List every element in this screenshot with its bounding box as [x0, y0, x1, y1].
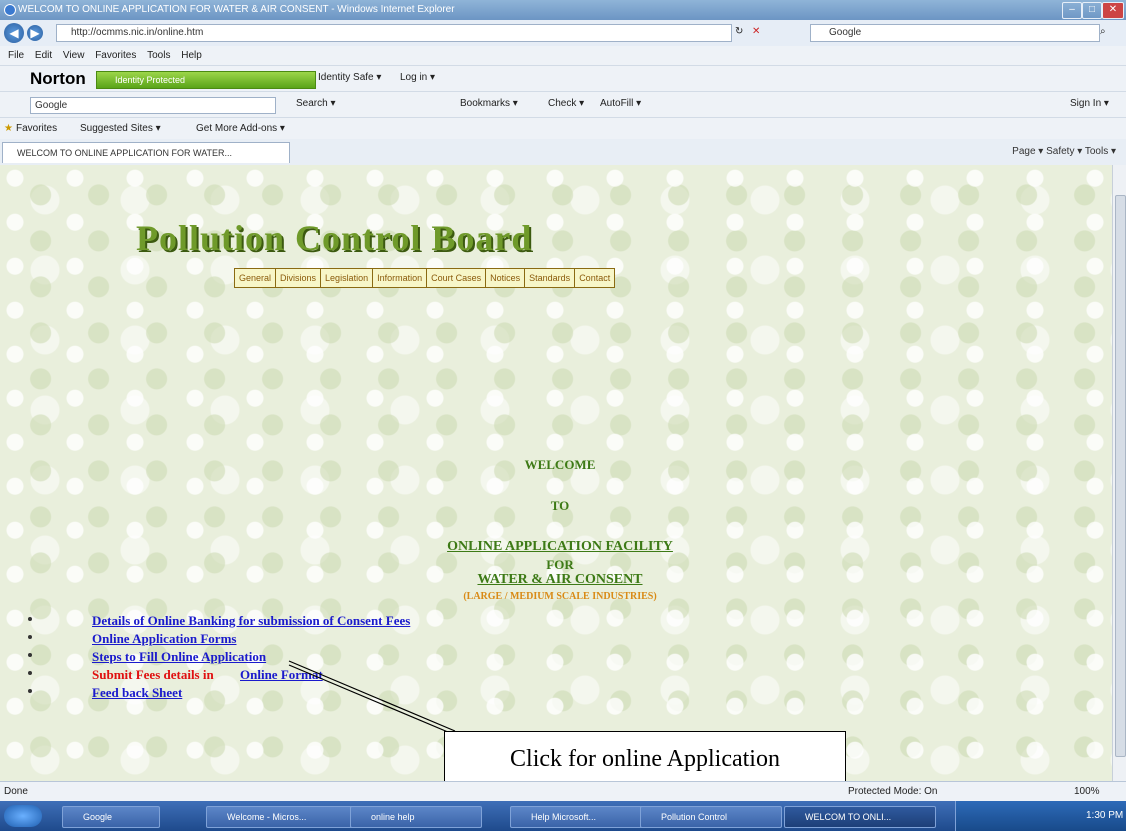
callout-line — [288, 664, 456, 736]
google-bookmarks[interactable]: Bookmarks ▾ — [460, 98, 518, 109]
google-autofill[interactable]: AutoFill ▾ — [600, 98, 641, 109]
favorites-button[interactable]: Favorites — [16, 123, 57, 134]
taskbar-item-pollution-control[interactable]: Pollution Control — [640, 806, 782, 828]
get-addons[interactable]: Get More Add-ons ▾ — [196, 123, 285, 134]
search-box[interactable]: Google — [810, 24, 1100, 42]
zoom-level[interactable]: 100% — [1074, 786, 1100, 797]
stop-icon[interactable]: ✕ — [752, 26, 760, 37]
vertical-scrollbar[interactable] — [1112, 165, 1126, 781]
search-icon[interactable]: ⌕ — [1100, 26, 1106, 37]
suggested-sites[interactable]: Suggested Sites ▾ — [80, 123, 161, 134]
taskbar-item-welcome[interactable]: WELCOM TO ONLI... — [784, 806, 936, 828]
menu-tools[interactable]: Tools — [147, 50, 170, 61]
page-content: Pollution Control Board General Division… — [0, 165, 1112, 781]
google-toolbar: Google Search ▾ Bookmarks ▾ Check ▾ Auto… — [0, 91, 1126, 118]
forward-button[interactable]: ▶ — [27, 25, 43, 41]
refresh-icon[interactable]: ↻ — [735, 26, 743, 37]
system-tray: 1:30 PM — [955, 801, 1126, 831]
minimize-button[interactable]: – — [1062, 2, 1082, 19]
clock[interactable]: 1:30 PM — [1086, 810, 1123, 821]
menu-edit[interactable]: Edit — [35, 50, 52, 61]
window-titlebar: WELCOM TO ONLINE APPLICATION FOR WATER &… — [0, 0, 1126, 20]
back-button[interactable]: ◀ — [4, 23, 24, 43]
norton-logo: Norton — [30, 69, 86, 88]
browser-tab[interactable]: WELCOM TO ONLINE APPLICATION FOR WATER..… — [2, 142, 290, 163]
command-bar[interactable]: Page ▾ Safety ▾ Tools ▾ — [1012, 146, 1116, 157]
protected-mode: Protected Mode: On — [848, 786, 938, 797]
address-toolbar: ◀ ▶ http://ocmms.nic.in/online.htm ↻ ✕ G… — [0, 20, 1126, 47]
google-search-button[interactable]: Search ▾ — [296, 98, 335, 109]
menu-bar: File Edit View Favorites Tools Help — [0, 46, 1126, 65]
menu-favorites[interactable]: Favorites — [95, 50, 136, 61]
taskbar-item-google[interactable]: Google — [62, 806, 160, 828]
annotation-callout: Click for online Application — [444, 731, 846, 787]
norton-toolbar: Norton Identity Protected Identity Safe … — [0, 65, 1126, 92]
norton-status[interactable]: Identity Protected — [96, 71, 316, 89]
taskbar-item-word[interactable]: Welcome - Micros... — [206, 806, 358, 828]
status-text: Done — [4, 786, 28, 797]
callout-line — [288, 660, 456, 732]
favorites-bar: ★ Favorites Suggested Sites ▾ Get More A… — [0, 117, 1126, 140]
scrollbar-thumb[interactable] — [1115, 195, 1126, 757]
start-button[interactable] — [4, 805, 42, 827]
norton-login[interactable]: Log in ▾ — [400, 72, 435, 83]
taskbar-item-online-help[interactable]: online help — [350, 806, 482, 828]
tab-bar: WELCOM TO ONLINE APPLICATION FOR WATER..… — [0, 139, 1126, 166]
google-search-input[interactable]: Google — [30, 97, 276, 114]
ie-icon — [4, 4, 16, 16]
menu-file[interactable]: File — [8, 50, 24, 61]
favorites-star-icon: ★ — [4, 123, 13, 134]
window-title: WELCOM TO ONLINE APPLICATION FOR WATER &… — [18, 4, 455, 15]
norton-identity-safe[interactable]: Identity Safe ▾ — [318, 72, 381, 83]
google-signin[interactable]: Sign In ▾ — [1070, 98, 1109, 109]
taskbar: Google Welcome - Micros... online help H… — [0, 801, 1126, 831]
menu-view[interactable]: View — [63, 50, 85, 61]
address-bar[interactable]: http://ocmms.nic.in/online.htm — [56, 24, 732, 42]
menu-help[interactable]: Help — [181, 50, 202, 61]
callout-arrow — [288, 660, 456, 736]
google-check[interactable]: Check ▾ — [548, 98, 584, 109]
status-bar: Done Protected Mode: On 100% — [0, 781, 1126, 802]
taskbar-item-help[interactable]: Help Microsoft... — [510, 806, 652, 828]
close-button[interactable]: ✕ — [1102, 2, 1124, 19]
maximize-button[interactable]: □ — [1082, 2, 1102, 19]
